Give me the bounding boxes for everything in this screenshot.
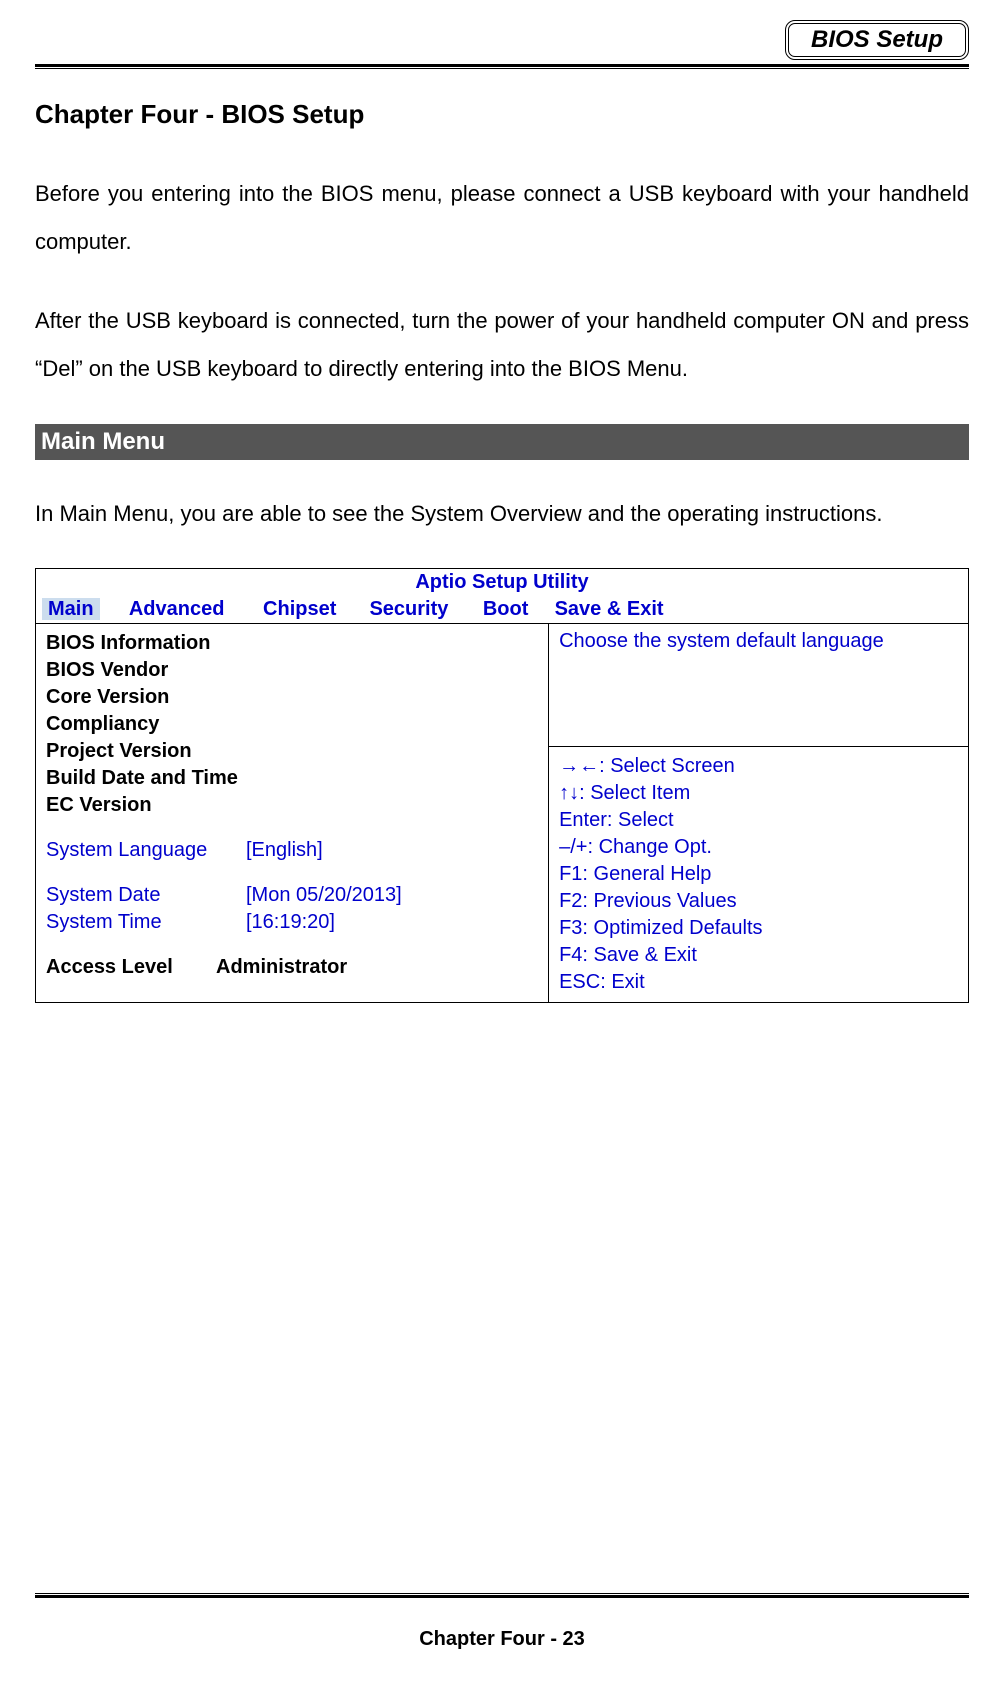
- tab-chipset: Chipset: [257, 596, 363, 624]
- system-time-value: [16:19:20]: [246, 909, 335, 936]
- bios-left-pane: BIOS Information BIOS Vendor Core Versio…: [36, 623, 549, 1002]
- key-hint: F1: General Help: [559, 861, 958, 888]
- access-level-label: Access Level: [46, 954, 216, 981]
- system-date-label: System Date: [46, 882, 246, 909]
- bios-info-row: Compliancy: [46, 711, 538, 738]
- section-intro: In Main Menu, you are able to see the Sy…: [35, 490, 969, 538]
- utility-title-row: Aptio Setup Utility: [36, 568, 969, 596]
- system-language-label: System Language: [46, 837, 246, 864]
- bios-help-pane: Choose the system default language: [549, 623, 969, 746]
- system-language-value: [English]: [246, 837, 323, 864]
- system-date-value: [Mon 05/20/2013]: [246, 882, 402, 909]
- bios-info-heading: BIOS Information: [46, 630, 538, 657]
- spacer: [46, 864, 538, 882]
- system-time-label: System Time: [46, 909, 246, 936]
- header-rule: [35, 64, 969, 69]
- section-heading-main-menu: Main Menu: [35, 424, 969, 460]
- key-hint: –/+: Change Opt.: [559, 834, 958, 861]
- header-badge: BIOS Setup: [785, 20, 969, 60]
- key-hint: F3: Optimized Defaults: [559, 915, 958, 942]
- intro-paragraph-2: After the USB keyboard is connected, tur…: [35, 297, 969, 394]
- key-hint: F2: Previous Values: [559, 888, 958, 915]
- system-time-row: System Time [16:19:20]: [46, 909, 538, 936]
- tab-boot: Boot: [477, 596, 549, 624]
- tab-advanced: Advanced: [123, 596, 257, 624]
- system-language-row: System Language [English]: [46, 837, 538, 864]
- footer: Chapter Four - 23: [35, 1593, 969, 1651]
- content-row-top: BIOS Information BIOS Vendor Core Versio…: [36, 623, 969, 746]
- tab-main: Main: [36, 596, 123, 624]
- intro-paragraph-1: Before you entering into the BIOS menu, …: [35, 170, 969, 267]
- bios-utility-table: Aptio Setup Utility Main Advanced Chipse…: [35, 568, 969, 1003]
- bios-info-row: BIOS Vendor: [46, 657, 538, 684]
- utility-title: Aptio Setup Utility: [36, 568, 969, 596]
- tab-row: Main Advanced Chipset Security Boot Save…: [36, 596, 969, 624]
- tab-save-exit: Save & Exit: [549, 596, 969, 624]
- key-hint: ↑↓: Select Item: [559, 780, 958, 807]
- header-row: BIOS Setup: [35, 20, 969, 60]
- system-date-row: System Date [Mon 05/20/2013]: [46, 882, 538, 909]
- key-hint: →←: Select Screen: [559, 753, 958, 780]
- footer-text: Chapter Four - 23: [35, 1628, 969, 1651]
- spacer: [46, 819, 538, 837]
- key-hint: F4: Save & Exit: [559, 942, 958, 969]
- access-level-value: Administrator: [216, 954, 347, 981]
- tab-security: Security: [363, 596, 476, 624]
- bios-keys-pane: →←: Select Screen ↑↓: Select Item Enter:…: [549, 746, 969, 1002]
- chapter-title: Chapter Four - BIOS Setup: [35, 99, 969, 130]
- access-level-row: Access Level Administrator: [46, 954, 538, 981]
- bios-info-row: Project Version: [46, 738, 538, 765]
- footer-rule: [35, 1593, 969, 1598]
- spacer: [46, 936, 538, 954]
- key-hint: ESC: Exit: [559, 969, 958, 996]
- bios-info-row: Core Version: [46, 684, 538, 711]
- page: BIOS Setup Chapter Four - BIOS Setup Bef…: [0, 0, 1004, 1681]
- bios-info-row: EC Version: [46, 792, 538, 819]
- key-hint: Enter: Select: [559, 807, 958, 834]
- bios-info-row: Build Date and Time: [46, 765, 538, 792]
